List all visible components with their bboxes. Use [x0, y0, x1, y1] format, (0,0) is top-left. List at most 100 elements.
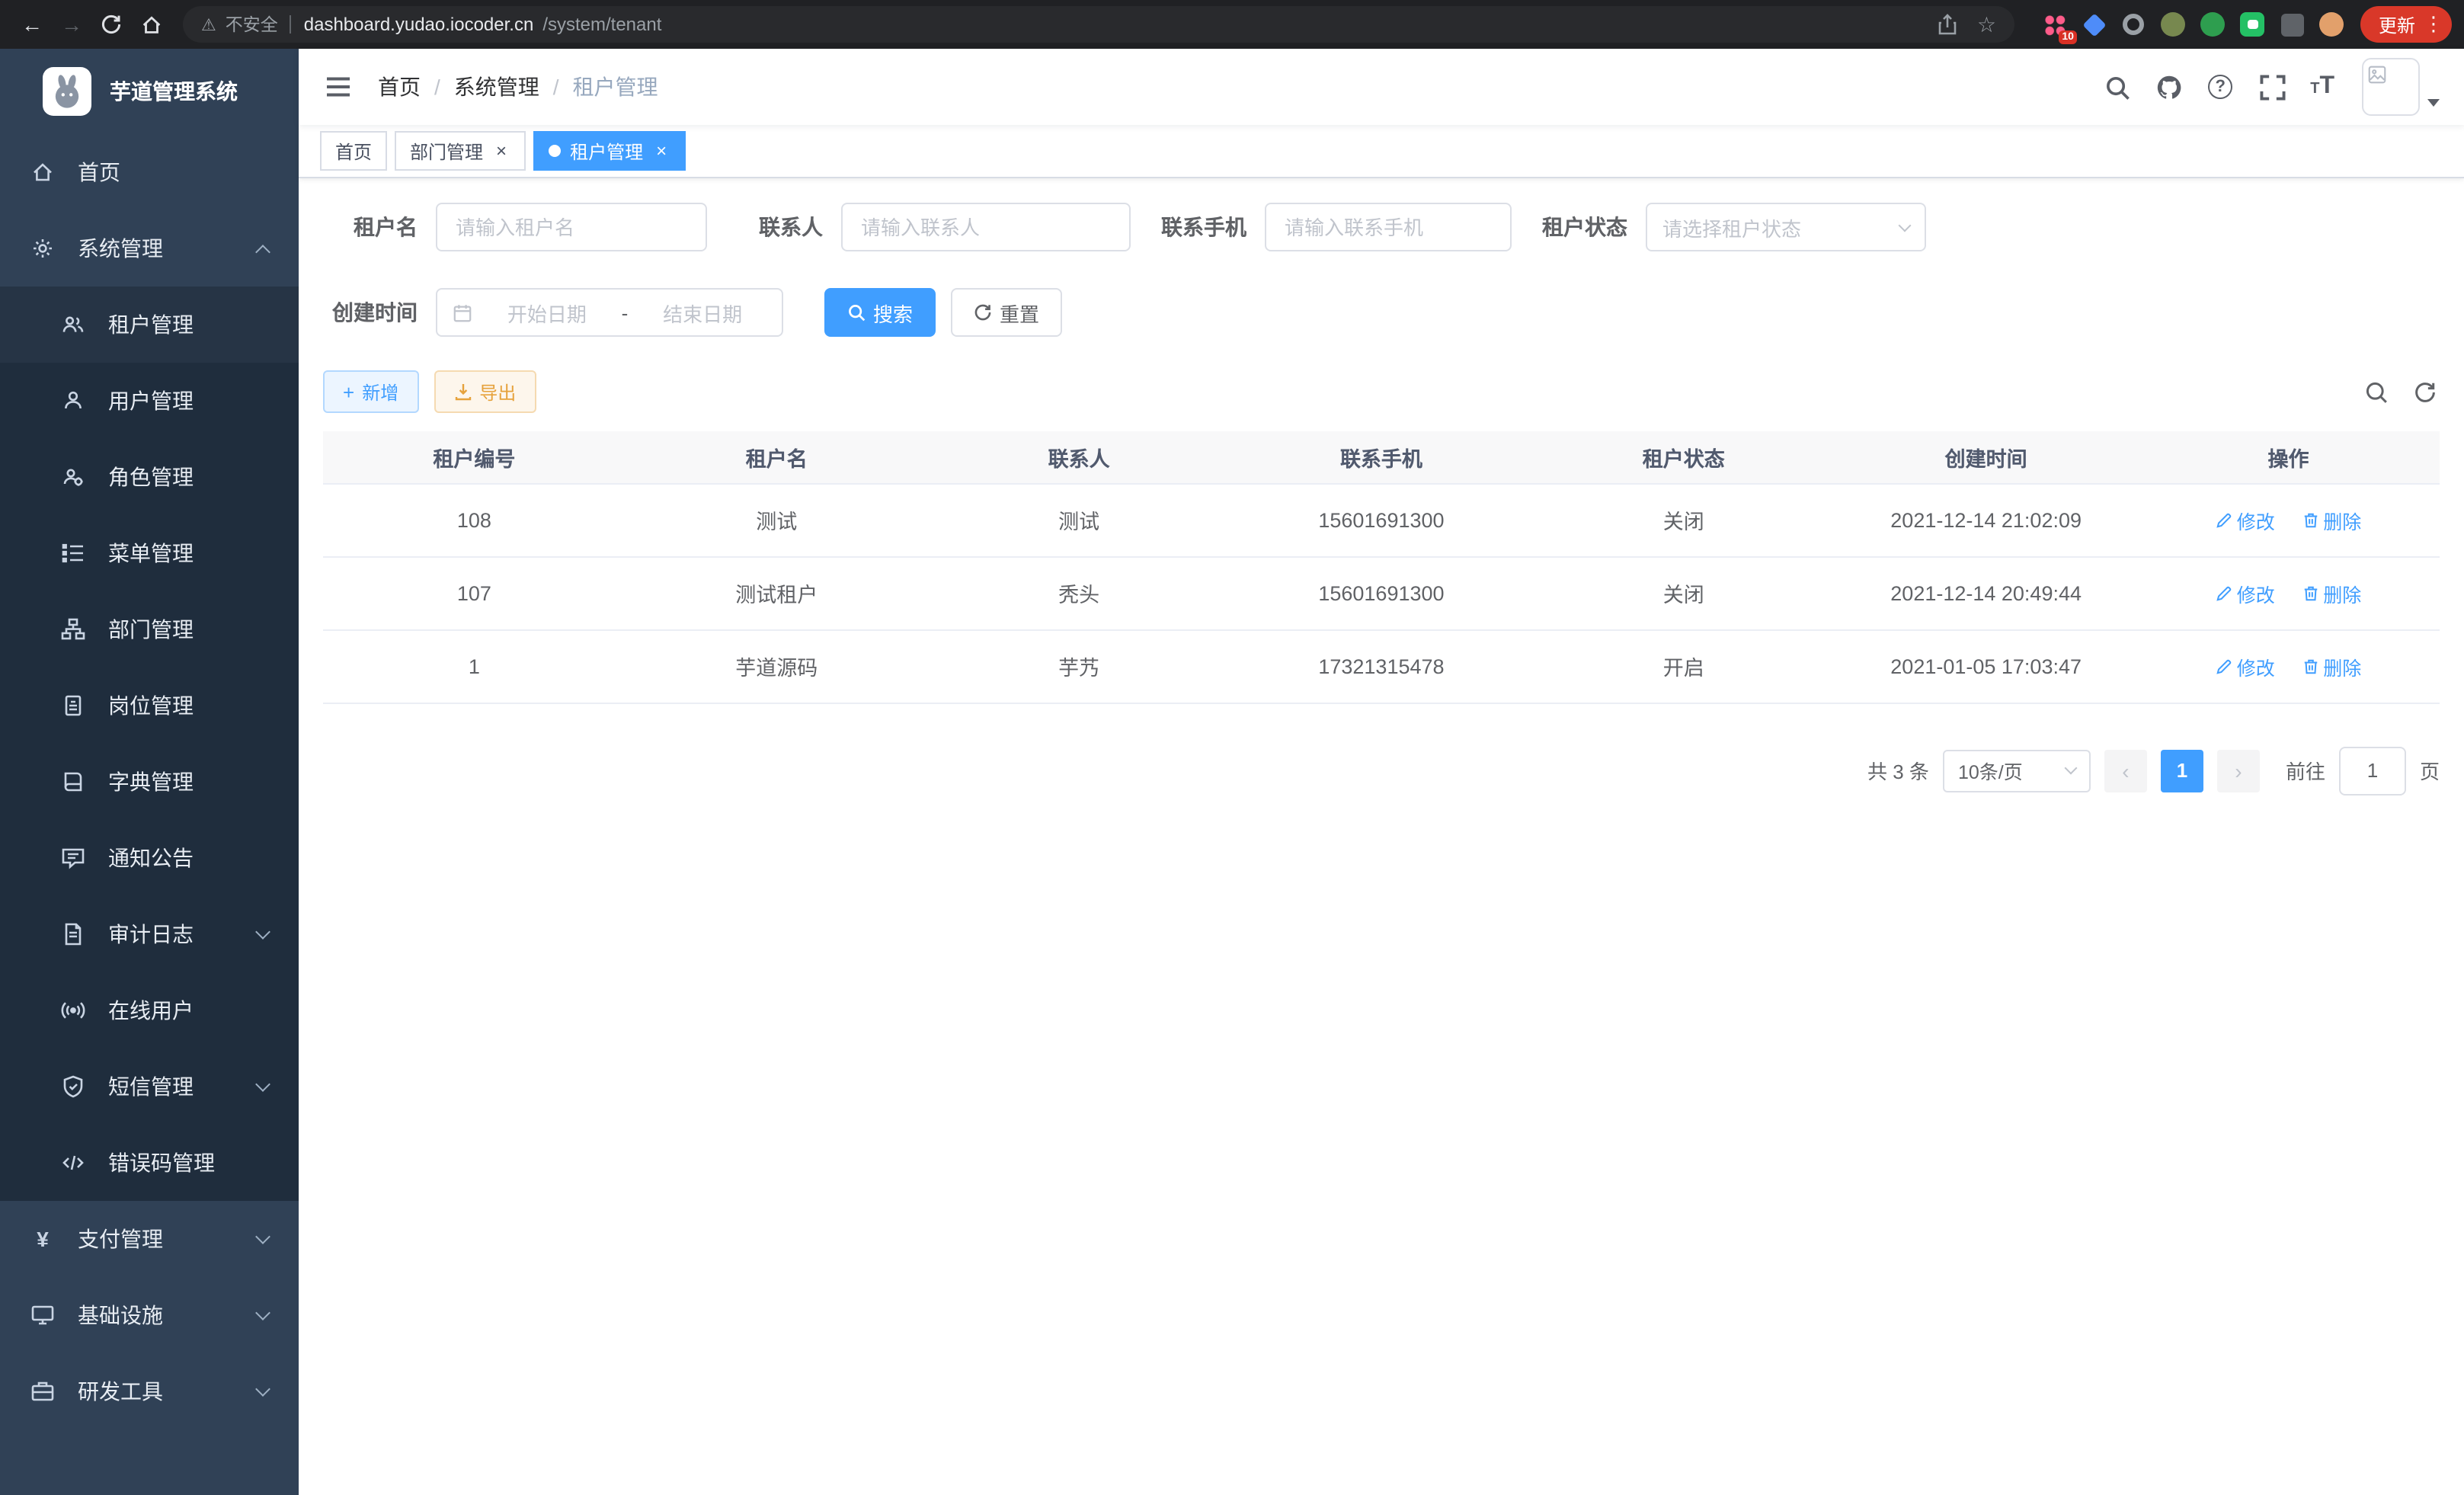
date-range-picker[interactable]: 开始日期 - 结束日期 — [436, 288, 783, 337]
extension-icon-olive[interactable] — [2161, 11, 2187, 37]
delete-button[interactable]: 删除 — [2302, 505, 2361, 534]
font-size-large-glyph: T — [2319, 75, 2334, 99]
page-number-button[interactable]: 1 — [2161, 749, 2203, 792]
delete-button[interactable]: 删除 — [2302, 578, 2361, 607]
sidebar-item-dict-management[interactable]: 字典管理 — [0, 744, 299, 820]
cell-tenant-id: 107 — [323, 556, 626, 629]
tab-dept-management[interactable]: 部门管理 × — [395, 131, 526, 171]
trash-icon — [2302, 511, 2318, 528]
pencil-icon — [2216, 511, 2232, 528]
refresh-table-button[interactable] — [2409, 376, 2440, 407]
tab-close-icon[interactable]: × — [652, 142, 670, 160]
edit-button[interactable]: 修改 — [2216, 505, 2275, 534]
github-icon — [2155, 74, 2181, 100]
delete-label: 删除 — [2323, 505, 2361, 534]
cell-tenant-name: 测试 — [626, 483, 928, 556]
toggle-search-button[interactable] — [2360, 376, 2391, 407]
cell-status: 开启 — [1532, 629, 1835, 703]
browser-update-button[interactable]: 更新 ⋮ — [2360, 6, 2452, 43]
bookmark-star-icon[interactable]: ☆ — [1977, 11, 1996, 37]
goto-page-input[interactable] — [2339, 746, 2406, 795]
user-menu[interactable] — [2362, 58, 2440, 116]
sidebar-item-online-users[interactable]: 在线用户 — [0, 972, 299, 1048]
sidebar-item-home[interactable]: 首页 — [0, 134, 299, 210]
sidebar-item-system-management[interactable]: 系统管理 — [0, 210, 299, 287]
kebab-menu-icon[interactable]: ⋮ — [2423, 12, 2444, 37]
back-button[interactable]: ← — [12, 5, 52, 44]
sidebar-item-user-management[interactable]: 用户管理 — [0, 363, 299, 439]
search-button[interactable]: 搜索 — [824, 288, 936, 337]
tenant-table: 租户编号 租户名 联系人 联系手机 租户状态 创建时间 操作 108 测试 — [323, 431, 2440, 703]
breadcrumb-item-system[interactable]: 系统管理 — [454, 72, 539, 102]
date-start-placeholder: 开始日期 — [483, 298, 611, 327]
sidebar-item-menu-management[interactable]: 菜单管理 — [0, 515, 299, 591]
prev-page-button[interactable]: ‹ — [2104, 749, 2147, 792]
sidebar-item-error-code-management[interactable]: 错误码管理 — [0, 1125, 299, 1201]
sidebar-item-role-management[interactable]: 角色管理 — [0, 439, 299, 515]
github-link[interactable] — [2155, 73, 2182, 101]
not-secure-label: 不安全 — [226, 12, 278, 37]
reload-button[interactable] — [91, 5, 131, 44]
sidebar-collapse-button[interactable] — [323, 72, 354, 102]
tab-close-icon[interactable]: × — [492, 142, 510, 160]
ring-shape — [2123, 14, 2145, 35]
sidebar-item-dev-tools[interactable]: 研发工具 — [0, 1353, 299, 1429]
share-icon[interactable] — [1938, 14, 1959, 35]
delete-label: 删除 — [2323, 651, 2361, 680]
sidebar-item-audit-log[interactable]: 审计日志 — [0, 896, 299, 972]
phone-input[interactable] — [1265, 203, 1512, 251]
export-button[interactable]: 导出 — [434, 370, 536, 413]
header-search-button[interactable] — [2103, 73, 2130, 101]
status-select[interactable]: 请选择租户状态 — [1646, 203, 1926, 251]
edit-button[interactable]: 修改 — [2216, 578, 2275, 607]
help-button[interactable]: ? — [2206, 73, 2234, 101]
home-button[interactable] — [131, 5, 171, 44]
reset-button-label: 重置 — [1000, 298, 1039, 327]
extension-icon-chat[interactable] — [2240, 11, 2266, 37]
sidebar-item-label: 研发工具 — [78, 1376, 163, 1407]
tab-tenant-management[interactable]: 租户管理 × — [533, 131, 686, 171]
edit-button[interactable]: 修改 — [2216, 651, 2275, 680]
tenant-name-input[interactable] — [436, 203, 707, 251]
delete-button[interactable]: 删除 — [2302, 651, 2361, 680]
page-size-select[interactable]: 10条/页 — [1943, 749, 2091, 792]
avatar-shape — [2320, 12, 2344, 37]
add-button[interactable]: + 新增 — [323, 370, 418, 413]
address-bar[interactable]: ⚠ 不安全 dashboard.yudao.iocoder.cn /system… — [183, 6, 2014, 43]
rabbit-logo-icon — [47, 72, 87, 111]
font-size-button[interactable]: TT — [2310, 75, 2334, 99]
reset-button[interactable]: 重置 — [951, 288, 1062, 337]
extension-icon-dots[interactable]: 10 — [2042, 11, 2068, 37]
extension-icon-green[interactable] — [2200, 11, 2226, 37]
extensions-puzzle-icon[interactable] — [2280, 11, 2306, 37]
sidebar-item-tenant-management[interactable]: 租户管理 — [0, 287, 299, 363]
home-icon — [30, 160, 55, 184]
fullscreen-button[interactable] — [2258, 73, 2286, 101]
home-icon — [139, 13, 162, 36]
navbar-actions: ? TT — [2103, 58, 2440, 116]
breadcrumb-item-home[interactable]: 首页 — [378, 72, 421, 102]
page-content: 租户名 联系人 联系手机 租户状态 请选择租户状态 — [299, 178, 2464, 1495]
forward-button[interactable]: → — [52, 5, 91, 44]
tab-home[interactable]: 首页 — [320, 131, 387, 171]
contact-input[interactable] — [841, 203, 1131, 251]
search-button-label: 搜索 — [873, 298, 913, 327]
browser-profile-avatar[interactable] — [2319, 11, 2345, 37]
table-row: 108 测试 测试 15601691300 关闭 2021-12-14 21:0… — [323, 483, 2440, 556]
sidebar-item-infrastructure[interactable]: 基础设施 — [0, 1277, 299, 1353]
screen: ← → ⚠ 不安全 dashboard.yudao.iocoder.cn /sy… — [0, 0, 2464, 1495]
sidebar-item-sms-management[interactable]: 短信管理 — [0, 1048, 299, 1125]
cell-tenant-id: 1 — [323, 629, 626, 703]
sidebar-item-notice[interactable]: 通知公告 — [0, 820, 299, 896]
sidebar-item-payment-management[interactable]: ¥ 支付管理 — [0, 1201, 299, 1277]
post-badge-icon — [61, 693, 85, 718]
next-page-button[interactable]: › — [2217, 749, 2260, 792]
extension-icon-diamond[interactable] — [2082, 11, 2107, 37]
extension-icon-ring[interactable] — [2121, 11, 2147, 37]
sidebar-item-label: 在线用户 — [108, 995, 194, 1026]
app-logo-row[interactable]: 芋道管理系统 — [0, 49, 299, 134]
breadcrumb-separator: / — [434, 75, 440, 99]
sidebar-item-dept-management[interactable]: 部门管理 — [0, 591, 299, 667]
sidebar-item-post-management[interactable]: 岗位管理 — [0, 667, 299, 744]
total-count: 共 3 条 — [1867, 756, 1929, 785]
